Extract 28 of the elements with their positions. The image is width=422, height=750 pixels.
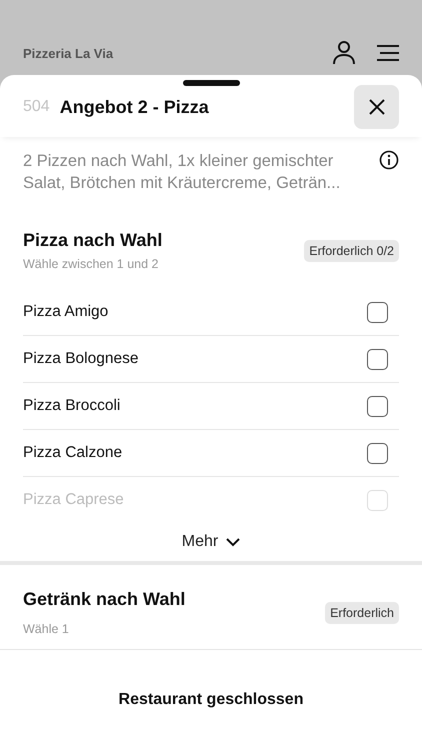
- item-number: 504: [23, 98, 50, 116]
- close-button[interactable]: [354, 85, 399, 129]
- sheet-handle[interactable]: [183, 80, 240, 86]
- chevron-down-icon: [226, 538, 240, 546]
- more-button[interactable]: Mehr: [178, 525, 244, 559]
- checkbox[interactable]: [367, 302, 388, 322]
- info-icon[interactable]: [379, 150, 399, 170]
- checkbox[interactable]: [367, 396, 388, 416]
- group-title: Pizza nach Wahl: [23, 230, 162, 251]
- group-hint: Wähle zwischen 1 und 2: [23, 257, 160, 271]
- item-title: Angebot 2 - Pizza: [60, 96, 210, 118]
- group-title: Getränk nach Wahl: [23, 589, 186, 610]
- group-hint: Wähle 1: [23, 622, 70, 636]
- checkbox[interactable]: [367, 442, 388, 464]
- option-label: Pizza Caprese: [23, 491, 124, 509]
- menu-icon[interactable]: [377, 45, 399, 61]
- item-description: 2 Pizzen nach Wahl, 1x kleiner gemischter Salat, Brötchen mit Kräutercreme, Geträn...: [23, 151, 342, 194]
- option-label: Pizza Bolognese: [23, 350, 138, 368]
- app-name: Pizzeria La Via: [23, 46, 114, 61]
- user-icon[interactable]: [333, 41, 355, 65]
- checkbox[interactable]: [367, 348, 388, 370]
- option-label: Pizza Amigo: [23, 303, 108, 321]
- option-label: Pizza Broccoli: [23, 397, 120, 415]
- close-icon: [368, 99, 384, 115]
- required-badge: Erforderlich: [325, 602, 399, 624]
- restaurant-status: Restaurant geschlossen: [118, 691, 304, 709]
- option-label: Pizza Calzone: [23, 444, 122, 462]
- required-badge: Erforderlich 0/2: [304, 240, 399, 262]
